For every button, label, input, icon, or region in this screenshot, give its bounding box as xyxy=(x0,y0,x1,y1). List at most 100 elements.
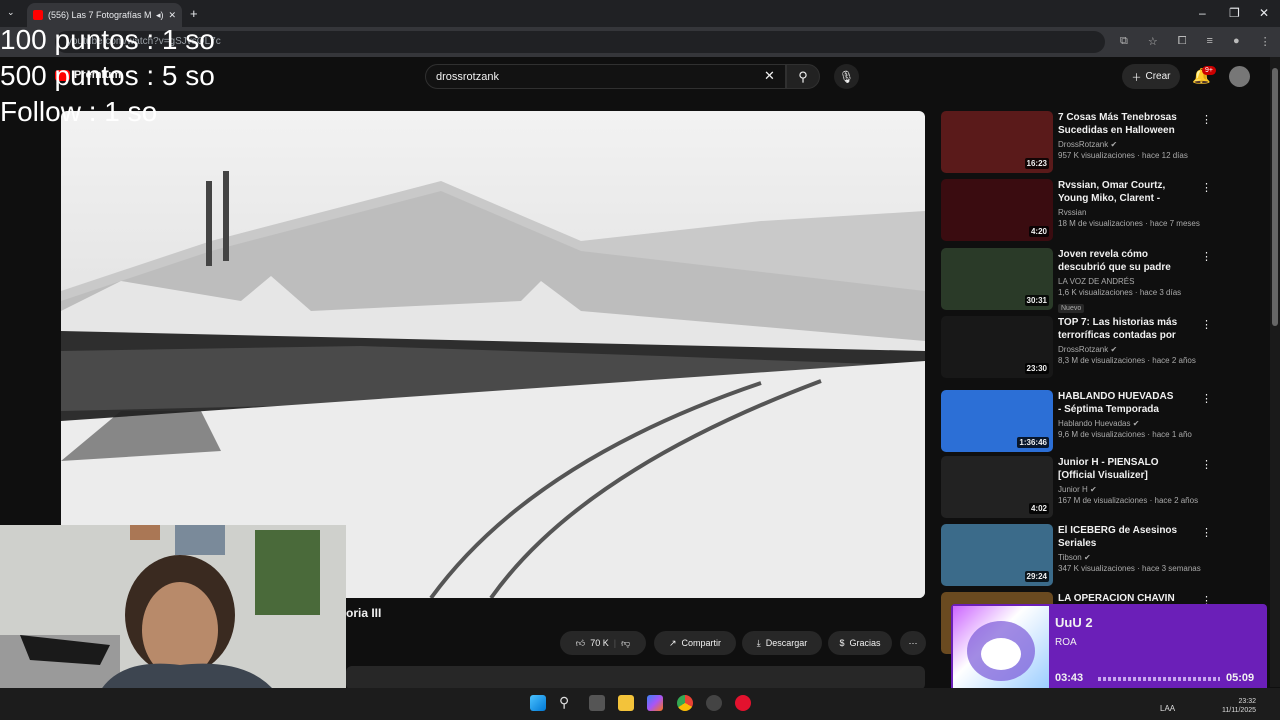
video-title[interactable]: TOP 7: Las historias más terroríficas co… xyxy=(1058,316,1178,342)
channel-name[interactable]: DrossRotzank ✔ xyxy=(1058,345,1178,354)
maximize-icon[interactable]: ❐ xyxy=(1229,6,1240,20)
minimize-icon[interactable]: – xyxy=(1199,6,1206,20)
recommendation-item[interactable]: 16:23 7 Cosas Más Tenebrosas Sucedidas en… xyxy=(941,111,1212,173)
verified-icon: ✔ xyxy=(1110,140,1118,149)
music-current-time: 03:43 xyxy=(1055,672,1084,684)
verified-icon: ✔ xyxy=(1083,553,1091,562)
copilot-icon[interactable] xyxy=(647,695,663,711)
video-thumbnail[interactable]: 1:36:46 xyxy=(941,390,1053,452)
video-title[interactable]: Joven revela cómo descubrió que su padre… xyxy=(1058,248,1178,274)
thumbs-up-icon: 👍︎ xyxy=(575,637,586,648)
video-title[interactable]: HABLANDO HUEVADAS - Séptima Temporada [S… xyxy=(1058,390,1178,416)
channel-name[interactable]: Tibson ✔ xyxy=(1058,553,1178,562)
like-button[interactable]: 👍︎ 70 K | 👎︎ xyxy=(560,631,646,655)
search-button[interactable]: ⚲ xyxy=(786,64,820,89)
share-icon: ↗ xyxy=(668,637,677,648)
video-title[interactable]: 7 Cosas Más Tenebrosas Sucedidas en Hall… xyxy=(1058,111,1178,137)
scrollbar-thumb[interactable] xyxy=(1272,68,1278,326)
close-tab-icon[interactable]: ✕ xyxy=(168,10,176,21)
video-title[interactable]: Junior H - PIENSALO [Official Visualizer… xyxy=(1058,456,1178,482)
more-options-icon[interactable]: ⋮ xyxy=(1201,181,1212,194)
thumbs-down-icon[interactable]: 👎︎ xyxy=(621,638,630,649)
language-indicator[interactable]: LAA xyxy=(1160,704,1175,713)
download-button[interactable]: ⤓ Descargar xyxy=(742,631,822,655)
share-button[interactable]: ↗ Compartir xyxy=(654,631,736,655)
channel-name[interactable]: Hablando Huevadas ✔ xyxy=(1058,419,1178,428)
like-count: 70 K xyxy=(590,638,609,648)
thanks-button[interactable]: $ Gracias xyxy=(828,631,892,655)
video-meta: 7 Cosas Más Tenebrosas Sucedidas en Hall… xyxy=(1058,111,1188,160)
more-options-icon[interactable]: ⋮ xyxy=(1201,526,1212,539)
system-clock[interactable]: 23:32 11/11/2025 xyxy=(1222,697,1256,715)
video-thumbnail[interactable]: 4:02 xyxy=(941,456,1053,518)
overlay-line-3: Follow : 1 so xyxy=(0,96,158,127)
channel-name[interactable]: Junior H ✔ xyxy=(1058,485,1178,494)
more-options-icon[interactable]: ⋮ xyxy=(1201,113,1212,126)
video-meta: El ICEBERG de Asesinos Seriales Tibson ✔ 3… xyxy=(1058,524,1201,573)
share-label: Compartir xyxy=(681,638,722,648)
view-count: 1,6 K visualizaciones · hace 3 días xyxy=(1058,288,1182,297)
install-icon[interactable]: ⧉ xyxy=(1120,35,1128,48)
windows-taskbar xyxy=(0,688,1280,720)
chrome-icon[interactable] xyxy=(677,695,693,711)
channel-name[interactable]: Rvssian xyxy=(1058,208,1178,217)
description-box[interactable] xyxy=(346,666,925,690)
thanks-icon: $ xyxy=(839,638,845,648)
create-button[interactable]: ＋ Crear xyxy=(1122,64,1180,89)
audio-icon[interactable]: ◂) xyxy=(156,10,164,21)
channel-label: Rvssian xyxy=(1058,208,1087,217)
more-actions-button[interactable]: ⋯ xyxy=(900,631,926,655)
recommendation-item[interactable]: 23:30 TOP 7: Las historias más terrorífic… xyxy=(941,316,1212,378)
clock-time: 23:32 xyxy=(1238,698,1256,705)
tab-list-icon[interactable]: ⌄ xyxy=(7,7,15,18)
video-thumbnail[interactable]: 23:30 xyxy=(941,316,1053,378)
music-progress-bar xyxy=(1098,677,1220,681)
channel-label: DrossRotzank xyxy=(1058,345,1109,354)
video-thumbnail[interactable]: 16:23 xyxy=(941,111,1053,173)
clear-search-icon[interactable]: ✕ xyxy=(764,68,775,84)
media-player-icon[interactable] xyxy=(735,695,751,711)
reading-list-icon[interactable]: ≡ xyxy=(1207,35,1213,48)
voice-search-button[interactable]: 🎙 xyxy=(834,64,859,89)
start-icon[interactable] xyxy=(530,695,546,711)
video-duration: 30:31 xyxy=(1024,295,1049,306)
recommendation-item[interactable]: 4:20 Rvssian, Omar Courtz, Young Miko, Cl… xyxy=(941,179,1212,241)
extensions-icon[interactable]: ⧠ xyxy=(1178,35,1187,48)
channel-name[interactable]: LA VOZ DE ANDRÉS xyxy=(1058,277,1178,286)
account-avatar[interactable] xyxy=(1229,66,1250,87)
verified-icon: ✔ xyxy=(1110,345,1118,354)
recommendation-item[interactable]: 4:02 Junior H - PIENSALO [Official Visual… xyxy=(941,456,1212,518)
video-duration: 1:36:46 xyxy=(1017,437,1049,448)
more-options-icon[interactable]: ⋮ xyxy=(1201,250,1212,263)
new-badge: Nuevo xyxy=(1058,304,1085,313)
search-input[interactable]: drossrotzank xyxy=(425,64,786,89)
video-thumbnail[interactable]: 29:24 xyxy=(941,524,1053,586)
recommendation-item[interactable]: 30:31 Joven revela cómo descubrió que su … xyxy=(941,248,1212,313)
new-tab-button[interactable]: + xyxy=(190,6,198,21)
create-label: Crear xyxy=(1145,71,1171,82)
task-view-icon[interactable] xyxy=(589,695,605,711)
channel-label: LA VOZ DE ANDRÉS xyxy=(1058,277,1135,286)
taskbar-search-icon[interactable]: ⚲ xyxy=(559,694,569,711)
browser-menu-icon[interactable]: ⋮ xyxy=(1260,35,1271,48)
channel-label: Junior H xyxy=(1058,485,1088,494)
channel-name[interactable]: DrossRotzank ✔ xyxy=(1058,140,1178,149)
recommendation-item[interactable]: 1:36:46 HABLANDO HUEVADAS - Séptima Tempo… xyxy=(941,390,1212,452)
video-title[interactable]: Rvssian, Omar Courtz, Young Miko, Claren… xyxy=(1058,179,1178,205)
obs-icon[interactable] xyxy=(706,695,722,711)
more-options-icon[interactable]: ⋮ xyxy=(1201,318,1212,331)
bookmark-star-icon[interactable]: ☆ xyxy=(1148,35,1158,48)
profile-icon[interactable]: ● xyxy=(1233,35,1240,48)
video-thumbnail[interactable]: 4:20 xyxy=(941,179,1053,241)
view-count: 347 K visualizaciones · hace 3 semanas xyxy=(1058,564,1201,573)
more-options-icon[interactable]: ⋮ xyxy=(1201,392,1212,405)
video-duration: 4:20 xyxy=(1028,226,1049,237)
video-title[interactable]: El ICEBERG de Asesinos Seriales xyxy=(1058,524,1178,550)
file-explorer-icon[interactable] xyxy=(618,695,634,711)
more-options-icon[interactable]: ⋮ xyxy=(1201,458,1212,471)
close-window-icon[interactable]: ✕ xyxy=(1259,6,1269,20)
music-title: UuU 2 xyxy=(1055,615,1093,630)
video-meta: Rvssian, Omar Courtz, Young Miko, Claren… xyxy=(1058,179,1200,228)
recommendation-item[interactable]: 29:24 El ICEBERG de Asesinos Seriales Tibs… xyxy=(941,524,1212,586)
video-thumbnail[interactable]: 30:31 xyxy=(941,248,1053,310)
